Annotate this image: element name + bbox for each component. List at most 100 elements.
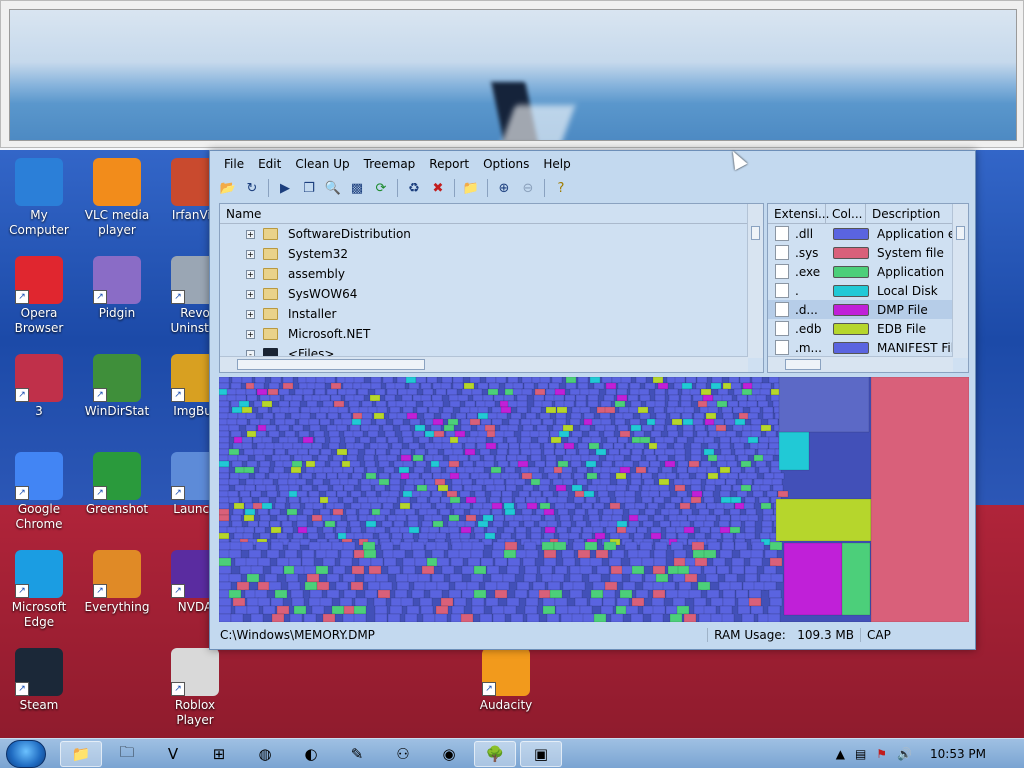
treemap-file-block[interactable]: [375, 400, 387, 408]
treemap-file-block[interactable]: [607, 520, 619, 528]
treemap-file-block[interactable]: [713, 508, 725, 516]
treemap-file-block[interactable]: [311, 514, 323, 522]
treemap-file-block[interactable]: [599, 472, 611, 480]
treemap-file-block[interactable]: [373, 597, 387, 607]
expand-icon[interactable]: +: [246, 289, 255, 299]
treemap-file-block[interactable]: [359, 436, 371, 444]
treemap-file-block[interactable]: [522, 484, 534, 492]
treemap-file-block[interactable]: [245, 412, 257, 420]
treemap-file-block[interactable]: [722, 589, 736, 599]
treemap-file-block[interactable]: [325, 490, 337, 498]
treemap-file-block[interactable]: [538, 484, 550, 492]
treemap-file-block[interactable]: [616, 520, 628, 528]
treemap-file-block[interactable]: [681, 412, 693, 420]
treemap-file-block[interactable]: [469, 508, 481, 516]
treemap-file-block[interactable]: [670, 541, 684, 551]
treemap-file-block[interactable]: [665, 532, 677, 540]
treemap-file-block[interactable]: [427, 448, 439, 456]
treemap-file-block[interactable]: [245, 557, 259, 567]
treemap-file-block[interactable]: [606, 484, 618, 492]
treemap-file-block[interactable]: [545, 454, 557, 462]
treemap-file-block[interactable]: [384, 394, 396, 402]
treemap-file-block[interactable]: [417, 573, 431, 583]
treemap-file-block[interactable]: [343, 484, 355, 492]
treemap-file-block[interactable]: [762, 454, 774, 462]
paint-icon[interactable]: ◍: [244, 741, 286, 767]
treemap-file-block[interactable]: [463, 382, 475, 390]
treemap-file-block[interactable]: [365, 526, 377, 534]
treemap-file-block[interactable]: [274, 589, 288, 599]
treemap-file-block[interactable]: [358, 406, 370, 414]
treemap-file-block[interactable]: [406, 412, 418, 420]
treemap-file-block[interactable]: [766, 490, 778, 498]
treemap-file-block[interactable]: [542, 490, 554, 498]
treemap-file-block[interactable]: [645, 454, 657, 462]
treemap-file-block[interactable]: [572, 581, 586, 591]
treemap-file-block[interactable]: [315, 377, 327, 384]
treemap-file-block[interactable]: [234, 466, 246, 474]
treemap-file-block[interactable]: [408, 382, 420, 390]
treemap-file-block[interactable]: [452, 382, 464, 390]
treemap-file-block[interactable]: [230, 382, 242, 390]
treemap-file-block[interactable]: [370, 377, 382, 384]
treemap-file-block[interactable]: [721, 406, 733, 414]
treemap-file-block[interactable]: [641, 496, 653, 504]
treemap-file-block[interactable]: [761, 520, 773, 528]
treemap-file-block[interactable]: [301, 472, 313, 480]
treemap-file-block[interactable]: [333, 502, 345, 510]
treemap-file-block[interactable]: [557, 508, 569, 516]
treemap-file-block[interactable]: [454, 430, 466, 438]
menu-report[interactable]: Report: [422, 155, 476, 175]
treemap-file-block[interactable]: [677, 565, 691, 575]
treemap-file-block[interactable]: [471, 541, 485, 551]
treemap-file-block[interactable]: [599, 496, 611, 504]
treemap-file-block[interactable]: [440, 597, 454, 607]
treemap-file-block[interactable]: [628, 484, 640, 492]
treemap-file-block[interactable]: [377, 454, 389, 462]
treemap-file-block[interactable]: [485, 597, 499, 607]
treemap-file-block[interactable]: [342, 496, 354, 504]
desktop-icon[interactable]: ↗ WinDirStat: [78, 354, 156, 419]
treemap-file-block[interactable]: [620, 377, 632, 384]
treemap-file-block[interactable]: [229, 472, 241, 480]
treemap-file-block[interactable]: [695, 472, 707, 480]
treemap-file-block[interactable]: [543, 466, 555, 474]
treemap-file-block[interactable]: [503, 502, 515, 510]
treemap-file-block[interactable]: [246, 430, 258, 438]
treemap-file-block[interactable]: [370, 557, 384, 567]
treemap-file-block[interactable]: [654, 400, 666, 408]
treemap-file-block[interactable]: [421, 565, 435, 575]
treemap-file-block[interactable]: [287, 436, 299, 444]
recycle-icon[interactable]: ♻: [403, 177, 425, 199]
treemap-file-block[interactable]: [477, 382, 489, 390]
treemap-file-block[interactable]: [599, 478, 611, 486]
treemap-file-block[interactable]: [448, 514, 460, 522]
treemap-file-block[interactable]: [603, 394, 615, 402]
treemap-file-block[interactable]: [408, 526, 420, 534]
treemap-file-block[interactable]: [228, 424, 240, 432]
treemap-file-block[interactable]: [321, 514, 333, 522]
treemap-file-block[interactable]: [415, 460, 427, 468]
treemap-file-block[interactable]: [443, 448, 455, 456]
treemap-file-block[interactable]: [303, 565, 317, 575]
treemap-file-block[interactable]: [744, 520, 756, 528]
treemap-file-block[interactable]: [219, 442, 230, 450]
treemap-file-block[interactable]: [739, 549, 753, 559]
treemap-file-block[interactable]: [486, 526, 498, 534]
treemap-file-block[interactable]: [610, 565, 624, 575]
treemap-file-block[interactable]: [561, 549, 575, 559]
treemap-file-block[interactable]: [628, 406, 640, 414]
treemap-file-block[interactable]: [665, 472, 677, 480]
treemap-file-block[interactable]: [590, 589, 604, 599]
treemap-file-block[interactable]: [577, 382, 589, 390]
treemap-file-block[interactable]: [232, 597, 246, 607]
treemap-file-block[interactable]: [653, 496, 665, 504]
treemap-file-block[interactable]: [299, 412, 311, 420]
treemap-file-block[interactable]: [302, 436, 314, 444]
treemap-file-block[interactable]: [317, 454, 329, 462]
treemap-file-block[interactable]: [254, 472, 266, 480]
treemap-file-block[interactable]: [590, 520, 602, 528]
treemap-file-block[interactable]: [326, 388, 338, 396]
treemap-file-block[interactable]: [349, 520, 361, 528]
treemap-file-block[interactable]: [278, 436, 290, 444]
